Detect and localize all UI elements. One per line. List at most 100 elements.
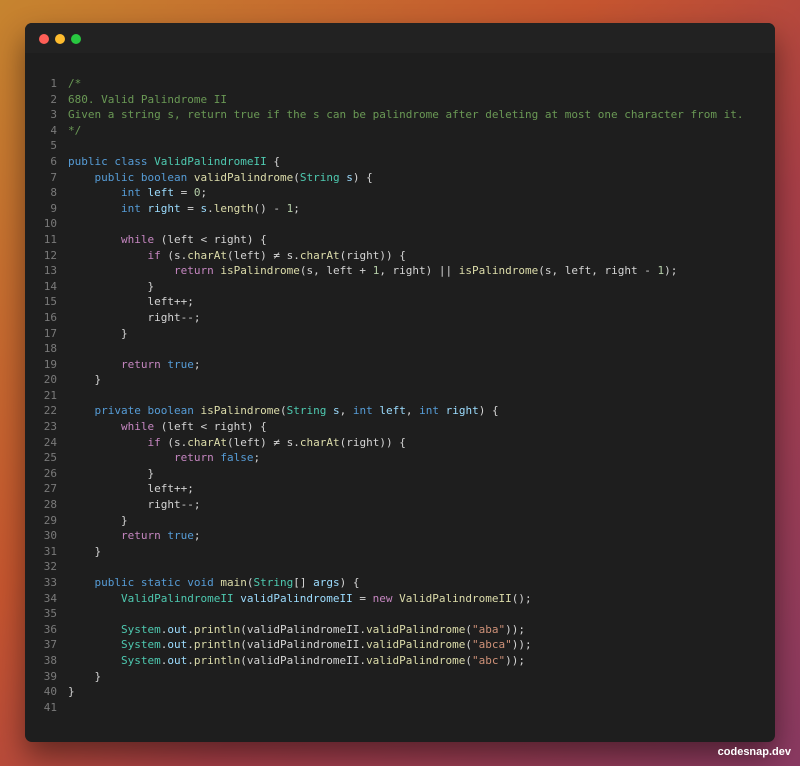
code-text: left++;: [68, 481, 193, 497]
code-line: 6 public class ValidPalindromeII {: [25, 154, 775, 170]
code-token: ) {: [478, 404, 499, 418]
code-token: while: [120, 420, 155, 434]
line-number: 9: [50, 201, 57, 215]
code-token: =: [173, 186, 194, 200]
line-number: 28: [43, 498, 57, 512]
code-token: while: [120, 232, 155, 246]
code-token: return: [173, 451, 214, 465]
code-text: 680. Valid Palindrome II: [68, 92, 227, 108]
code-token: (s, left +: [299, 264, 373, 278]
code-line: 13 return isPalindrome(s, left + 1, righ…: [25, 263, 775, 279]
code-token: validPalindrome: [366, 638, 466, 652]
code-text: return true;: [68, 357, 201, 373]
code-token: true: [167, 357, 194, 371]
code-token: (validPalindromeII.: [240, 653, 367, 667]
code-token: ));: [511, 638, 532, 652]
code-text: }: [68, 279, 154, 295]
code-token: main: [220, 576, 247, 589]
code-token: /*: [68, 77, 82, 90]
code-token: isPalindrome: [220, 264, 300, 278]
code-line: 30 return true;: [25, 528, 775, 544]
code-text: if (s.charAt(left) ≠ s.charAt(right)) {: [68, 435, 406, 451]
code-line: 23 while (left < right) {: [25, 419, 775, 435]
code-line: 1 /*: [25, 76, 775, 92]
code-token: static: [140, 576, 181, 589]
code-text: public static void main(String[] args) {: [68, 575, 360, 591]
code-token: .: [187, 638, 194, 652]
line-number: 41: [43, 700, 57, 714]
code-line: 41: [25, 700, 775, 716]
line-number: 12: [43, 248, 57, 262]
code-line: 9 int right = s.length() - 1;: [25, 201, 775, 217]
code-line: 24 if (s.charAt(left) ≠ s.charAt(right))…: [25, 435, 775, 451]
code-line: 27 left++;: [25, 481, 775, 497]
code-line: 29 }: [25, 513, 775, 529]
code-token: "abc": [472, 653, 506, 667]
code-token: .: [207, 201, 214, 215]
code-line: 3 Given a string s, return true if the s …: [25, 107, 775, 123]
code-token: (right)) {: [339, 435, 406, 449]
close-window-button[interactable]: [39, 34, 49, 44]
line-number: 21: [43, 388, 57, 402]
line-number: 36: [43, 622, 57, 636]
code-token: public: [68, 154, 108, 168]
code-text: private boolean isPalindrome(String s, i…: [68, 403, 499, 419]
code-token: length: [213, 201, 254, 215]
minimize-window-button[interactable]: [55, 34, 65, 44]
line-number: 19: [43, 357, 57, 371]
code-token: ValidPalindromeII: [154, 154, 267, 168]
line-number: 26: [43, 466, 57, 480]
code-token: validPalindromeII: [240, 591, 353, 605]
line-number: 32: [43, 560, 57, 574]
code-token: String: [253, 576, 294, 589]
code-line: 11 while (left < right) {: [25, 232, 775, 248]
code-token: left: [379, 404, 406, 418]
code-token: (left) ≠ s.: [226, 435, 300, 449]
code-text: public boolean validPalindrome(String s)…: [68, 170, 373, 186]
code-token: Given a string s, return true if the s c…: [68, 108, 744, 122]
code-token: ();: [511, 591, 532, 605]
code-line: 22 private boolean isPalindrome(String s…: [25, 403, 775, 419]
code-token: ) {: [339, 576, 360, 589]
code-line: 12 if (s.charAt(left) ≠ s.charAt(right))…: [25, 248, 775, 264]
code-token: boolean: [140, 170, 188, 184]
code-token: }: [68, 466, 155, 480]
code-line: 36 System.out.println(validPalindromeII.…: [25, 622, 775, 638]
line-number: 10: [43, 217, 57, 231]
code-token: charAt: [299, 435, 340, 449]
code-token: right: [147, 201, 181, 215]
code-text: */: [68, 123, 81, 139]
code-token: return: [120, 529, 161, 543]
code-token: System: [120, 653, 161, 667]
code-text: right--;: [68, 310, 200, 326]
code-token: (s.: [160, 435, 188, 449]
code-text: System.out.println(validPalindromeII.val…: [68, 637, 532, 653]
code-text: Given a string s, return true if the s c…: [68, 107, 744, 123]
window-titlebar: [25, 23, 775, 53]
code-token: }: [68, 279, 155, 293]
code-token: isPalindrome: [458, 264, 539, 278]
maximize-window-button[interactable]: [71, 34, 81, 44]
code-line: 10: [25, 216, 775, 232]
code-token: private: [94, 404, 141, 418]
code-token: }: [68, 685, 75, 699]
code-token: new: [372, 591, 393, 605]
line-number: 18: [43, 342, 57, 356]
code-line: 21: [25, 388, 775, 404]
line-number: 35: [43, 607, 57, 621]
line-number: 2: [50, 92, 57, 106]
code-token: boolean: [147, 404, 194, 418]
code-text: return isPalindrome(s, left + 1, right) …: [68, 263, 677, 279]
line-number: 20: [43, 373, 57, 387]
code-token: return: [173, 264, 214, 278]
code-token: charAt: [299, 248, 340, 262]
